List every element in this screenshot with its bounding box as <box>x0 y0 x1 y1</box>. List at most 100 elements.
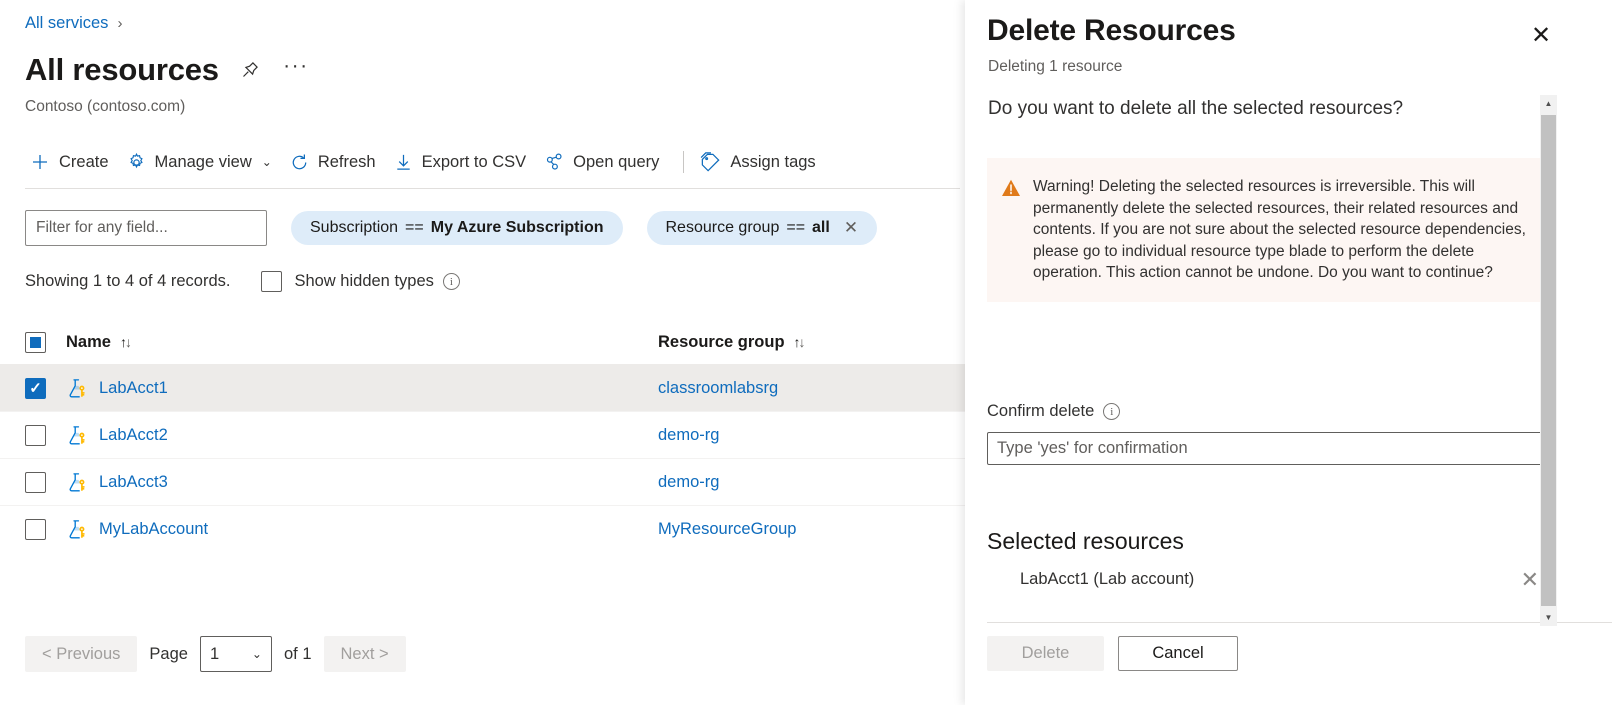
pin-icon[interactable] <box>235 55 265 85</box>
filter-pill-resource-group[interactable]: Resource group == all ✕ <box>647 211 878 245</box>
table-header-row: Name ↑↓ Resource group ↑↓ <box>0 320 965 364</box>
row-checkbox[interactable] <box>25 519 46 540</box>
cancel-button[interactable]: Cancel <box>1118 636 1238 671</box>
scrollbar-thumb[interactable] <box>1541 115 1556 606</box>
pagination-bar: < Previous Page 1 ⌄ of 1 Next > <box>25 636 406 672</box>
page-title-row: All resources ··· <box>25 50 311 90</box>
column-header-name[interactable]: Name ↑↓ <box>66 333 130 352</box>
page-label: Page <box>149 645 188 664</box>
records-count-label: Showing 1 to 4 of 4 records. <box>25 272 230 291</box>
column-header-resource-group[interactable]: Resource group ↑↓ <box>658 333 804 352</box>
filter-pill-subscription-op: == <box>405 219 424 237</box>
delete-button[interactable]: Delete <box>987 636 1104 671</box>
toolbar-assign-tags-label: Assign tags <box>730 153 815 172</box>
filter-pill-resource-group-op: == <box>786 219 805 237</box>
table-row[interactable]: LabAcct2 demo-rg <box>0 411 965 458</box>
row-resource-group-cell: classroomlabsrg <box>658 379 965 398</box>
show-hidden-types-checkbox[interactable] <box>261 271 282 292</box>
sort-updown-icon: ↑↓ <box>120 334 130 350</box>
search-input[interactable] <box>25 210 267 246</box>
table-row[interactable]: LabAcct1 classroomlabsrg <box>0 364 965 411</box>
info-icon[interactable]: i <box>443 273 460 290</box>
column-header-name-label: Name <box>66 333 111 352</box>
row-name-link[interactable]: LabAcct3 <box>99 473 168 492</box>
confirm-delete-input[interactable] <box>987 432 1547 465</box>
panel-title: Delete Resources <box>987 14 1236 48</box>
remove-selected-resource-icon[interactable]: ✕ <box>1521 567 1539 593</box>
chevron-down-icon: ⌄ <box>262 155 272 169</box>
row-name-cell: LabAcct1 <box>66 377 658 400</box>
row-checkbox[interactable] <box>25 425 46 446</box>
chevron-right-icon: › <box>117 16 122 31</box>
command-toolbar: Create Manage view ⌄ Refresh <box>25 142 829 182</box>
toolbar-refresh-label: Refresh <box>318 153 376 172</box>
table-select-all-cell <box>25 332 66 353</box>
row-resource-group-link[interactable]: demo-rg <box>658 473 719 492</box>
warning-text: Warning! Deleting the selected resources… <box>1033 176 1531 284</box>
resources-table: Name ↑↓ Resource group ↑↓ <box>0 320 965 552</box>
row-name-link[interactable]: LabAcct1 <box>99 379 168 398</box>
warning-banner: Warning! Deleting the selected resources… <box>987 158 1547 302</box>
row-name-link[interactable]: MyLabAccount <box>99 520 208 539</box>
panel-footer: Delete Cancel <box>987 636 1238 671</box>
toolbar-create-label: Create <box>59 153 109 172</box>
select-all-checkbox[interactable] <box>25 332 46 353</box>
column-header-resource-group-label: Resource group <box>658 333 785 352</box>
page-number-value: 1 <box>210 645 219 664</box>
filter-pill-subscription-value: My Azure Subscription <box>431 219 604 237</box>
filter-pill-subscription-field: Subscription <box>310 219 398 237</box>
filter-pill-subscription[interactable]: Subscription == My Azure Subscription <box>291 211 623 245</box>
breadcrumb-link-all-services[interactable]: All services <box>25 14 108 33</box>
row-name-link[interactable]: LabAcct2 <box>99 426 168 445</box>
page-number-select[interactable]: 1 ⌄ <box>200 636 272 672</box>
toolbar-assign-tags-button[interactable]: Assign tags <box>695 147 828 178</box>
toolbar-export-csv-button[interactable]: Export to CSV <box>389 148 540 177</box>
info-icon[interactable]: i <box>1103 403 1120 420</box>
table-row[interactable]: MyLabAccount MyResourceGroup <box>0 505 965 552</box>
records-summary-row: Showing 1 to 4 of 4 records. Show hidden… <box>25 271 460 292</box>
filter-bar: Subscription == My Azure Subscription Re… <box>25 210 877 246</box>
warning-triangle-icon <box>1001 178 1021 198</box>
main-content-area: All services › All resources ··· Contoso… <box>0 0 965 705</box>
lab-account-icon <box>66 377 89 400</box>
toolbar-manage-view-button[interactable]: Manage view ⌄ <box>122 148 285 177</box>
previous-page-button[interactable]: < Previous <box>25 636 137 672</box>
filter-pill-remove-icon[interactable]: ✕ <box>844 218 858 238</box>
row-checkbox[interactable] <box>25 472 46 493</box>
table-header-name: Name ↑↓ <box>66 333 658 352</box>
caret-up-icon[interactable]: ▲ <box>1540 95 1557 112</box>
row-resource-group-link[interactable]: classroomlabsrg <box>658 379 778 398</box>
row-name-cell: LabAcct2 <box>66 424 658 447</box>
caret-down-icon[interactable]: ▼ <box>1540 609 1557 626</box>
row-name-cell: LabAcct3 <box>66 471 658 494</box>
row-resource-group-link[interactable]: demo-rg <box>658 426 719 445</box>
toolbar-separator <box>683 151 684 173</box>
row-name-cell: MyLabAccount <box>66 518 658 541</box>
toolbar-create-button[interactable]: Create <box>25 147 122 177</box>
confirm-delete-label: Confirm delete <box>987 402 1094 421</box>
row-resource-group-cell: MyResourceGroup <box>658 520 965 539</box>
row-checkbox[interactable] <box>25 378 46 399</box>
row-checkbox-cell <box>25 378 66 399</box>
toolbar-refresh-button[interactable]: Refresh <box>285 148 389 177</box>
row-checkbox-cell <box>25 425 66 446</box>
close-icon[interactable]: ✕ <box>1526 20 1556 50</box>
panel-subtitle: Deleting 1 resource <box>988 58 1122 76</box>
panel-question: Do you want to delete all the selected r… <box>988 98 1403 120</box>
ellipsis-icon[interactable]: ··· <box>281 55 311 85</box>
show-hidden-types-label: Show hidden types <box>294 272 433 291</box>
row-resource-group-link[interactable]: MyResourceGroup <box>658 520 796 539</box>
row-resource-group-cell: demo-rg <box>658 473 965 492</box>
toolbar-export-csv-label: Export to CSV <box>422 153 527 172</box>
panel-footer-divider <box>987 622 1612 623</box>
filter-pill-resource-group-value: all <box>812 219 830 237</box>
table-row[interactable]: LabAcct3 demo-rg <box>0 458 965 505</box>
toolbar-divider <box>25 188 960 189</box>
page-title: All resources <box>25 50 219 90</box>
filter-pill-resource-group-field: Resource group <box>666 219 780 237</box>
toolbar-open-query-button[interactable]: Open query <box>539 147 672 177</box>
azure-portal-screen: All services › All resources ··· Contoso… <box>0 0 1612 705</box>
lab-account-icon <box>66 518 89 541</box>
next-page-button[interactable]: Next > <box>324 636 406 672</box>
lab-account-icon <box>66 424 89 447</box>
